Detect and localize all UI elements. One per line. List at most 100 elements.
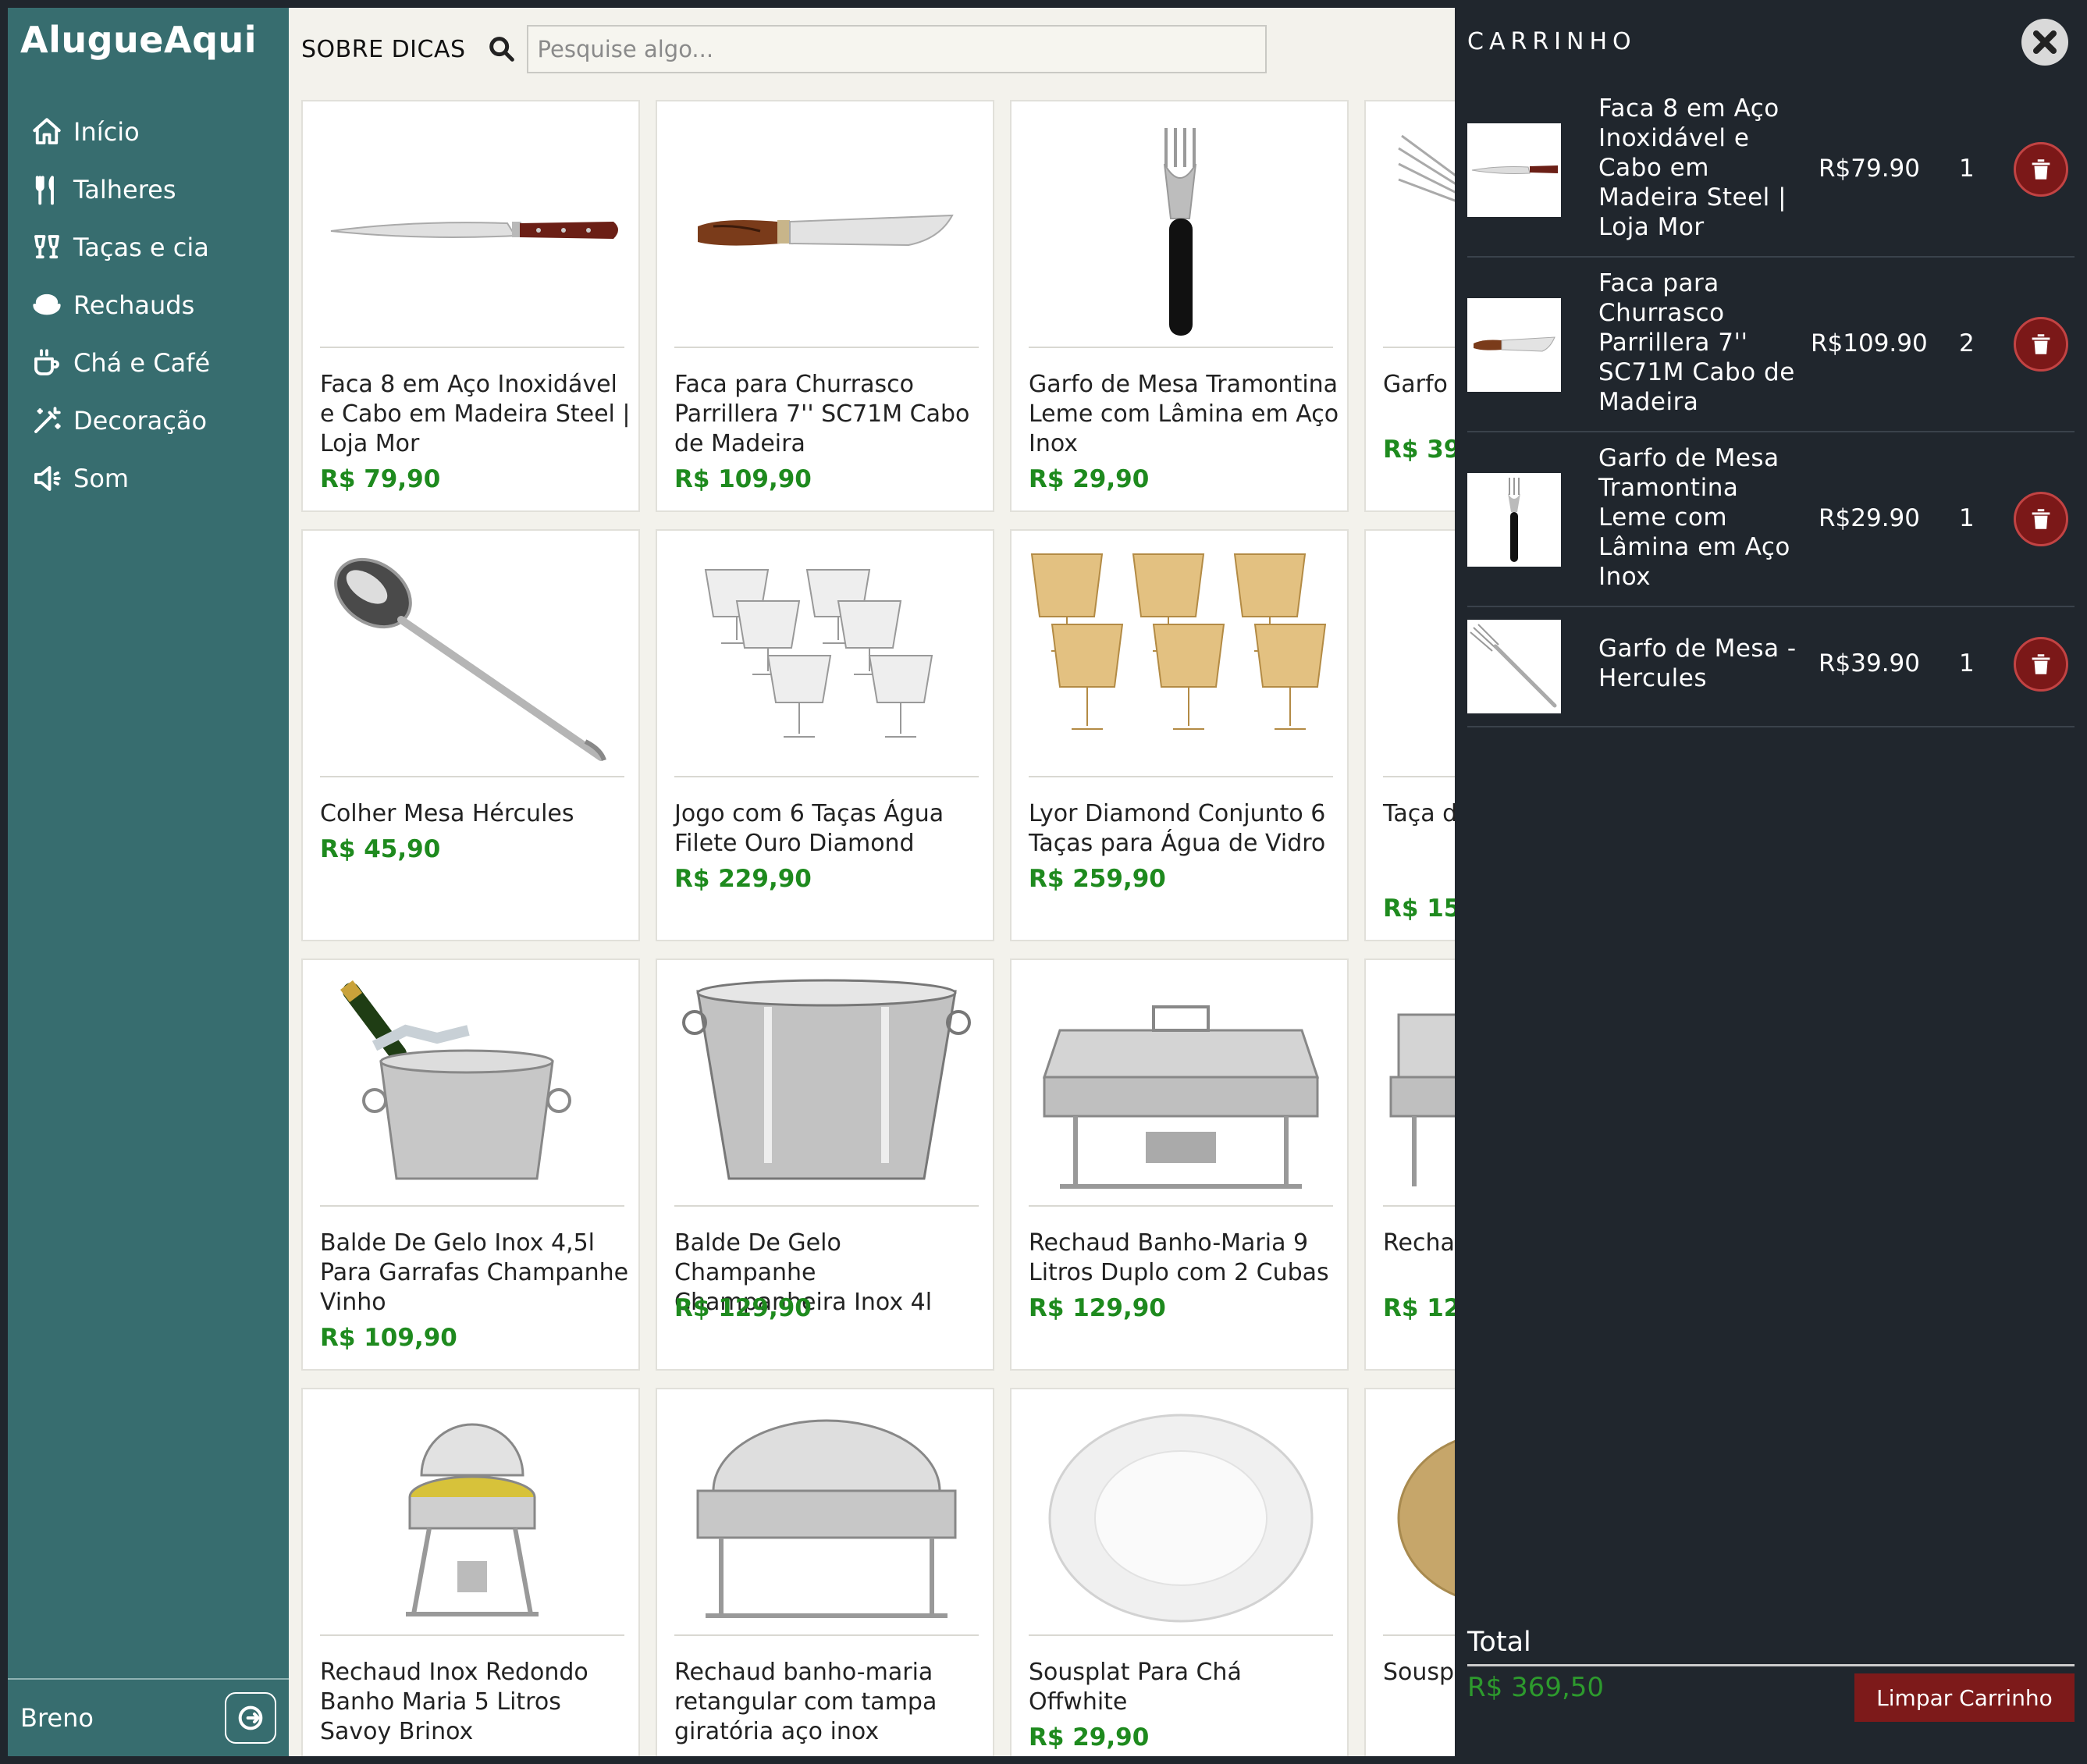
product-price: R$ 45,90	[320, 835, 441, 863]
rolltop-chafer-image	[674, 1402, 979, 1636]
sidebar-item-som[interactable]: Som	[30, 450, 210, 507]
sidebar-item-cha-cafe[interactable]: Chá e Café	[30, 334, 210, 392]
cart-item-price: R$109.90	[1811, 329, 1928, 357]
sidebar-item-label: Início	[73, 117, 140, 147]
cart-item-price: R$79.90	[1818, 155, 1920, 183]
sidebar-item-inicio[interactable]: Início	[30, 103, 210, 161]
logout-icon	[238, 1705, 263, 1730]
speaker-icon	[30, 461, 64, 496]
product-price: R$ 129	[1383, 1294, 1455, 1322]
trash-icon	[2032, 654, 2050, 674]
cart-item: Faca para Churrasco Parrillera 7'' SC71M…	[1467, 258, 2075, 432]
search-input[interactable]	[526, 25, 1267, 73]
remove-item-button[interactable]	[2014, 492, 2068, 546]
product-name: Rechau Litros	[1383, 1229, 1455, 1257]
product-card[interactable]: Faca para Churrasco Parrillera 7'' SC71M…	[656, 100, 994, 512]
product-price: R$ 109,90	[674, 465, 812, 493]
search-icon[interactable]	[486, 34, 517, 65]
product-price: R$ 79,90	[320, 465, 441, 493]
product-card[interactable]: Rechaud Inox Redondo Banho Maria 5 Litro…	[301, 1388, 640, 1756]
product-name: Garfo de Mesa Tramontina Leme com Lâmina…	[1029, 371, 1339, 457]
product-card[interactable]: Rechau Litros R$ 129	[1364, 958, 1455, 1371]
ice-bucket-image	[320, 973, 624, 1207]
cart-item-name: Garfo de Mesa - Hercules	[1598, 635, 1797, 692]
product-card[interactable]: Rechaud Banho-Maria 9 Litros Duplo com 2…	[1010, 958, 1349, 1371]
product-card[interactable]: Balde De Gelo Inox 4,5l Para Garrafas Ch…	[301, 958, 640, 1371]
magic-wand-icon	[30, 404, 64, 438]
product-name: Rechaud Banho-Maria 9 Litros Duplo com 2…	[1029, 1229, 1329, 1286]
close-icon	[2032, 30, 2057, 55]
product-card[interactable]: Rechaud banho-maria retangular com tampa…	[656, 1388, 994, 1756]
white-plate-image	[1029, 1402, 1333, 1636]
cart-item-thumb	[1467, 473, 1561, 567]
user-footer: Breno	[8, 1678, 289, 1756]
sobre-dicas-link[interactable]: SOBRE DICAS	[301, 36, 466, 63]
bucket-image	[674, 973, 979, 1207]
product-card[interactable]: Sousp Liso er 33cm	[1364, 1388, 1455, 1756]
trash-icon	[2032, 159, 2050, 180]
cart-item-qty: 2	[1959, 329, 1975, 357]
product-price: R$ 39	[1383, 436, 1455, 464]
home-icon	[30, 115, 64, 149]
bowl-icon	[30, 288, 64, 322]
product-name: Taça d Sensat Pcs	[1383, 800, 1455, 827]
product-name: Jogo com 6 Taças Água Filete Ouro Diamon…	[674, 800, 944, 857]
product-price: R$ 159	[1383, 894, 1455, 923]
sidebar-nav: Início Talheres Taças e cia Rechauds Chá…	[30, 103, 210, 507]
product-price: R$ 129,90	[1029, 1294, 1166, 1322]
user-name: Breno	[20, 1703, 94, 1733]
trash-icon	[2032, 509, 2050, 529]
sidebar-item-label: Rechauds	[73, 290, 195, 320]
close-cart-button[interactable]	[2021, 19, 2068, 66]
chafing-dish-image	[1383, 973, 1455, 1207]
product-card[interactable]: Balde De Gelo Champanhe Champanheira Ino…	[656, 958, 994, 1371]
cart-item-price: R$39.90	[1818, 649, 1920, 678]
cart-item: Garfo de Mesa - Hercules R$39.90 1	[1467, 607, 2075, 727]
product-card[interactable]: Jogo com 6 Taças Água Filete Ouro Diamon…	[656, 529, 994, 941]
product-price: R$ 129,90	[674, 1294, 812, 1322]
product-card[interactable]: Lyor Diamond Conjunto 6 Taças para Água …	[1010, 529, 1349, 941]
cart-item-qty: 1	[1959, 155, 1975, 183]
remove-item-button[interactable]	[2014, 637, 2068, 692]
cart-item-name: Garfo de Mesa Tramontina Leme com Lâmina…	[1598, 444, 1790, 591]
cart-item-qty: 1	[1959, 649, 1975, 678]
product-name: Sousp Liso er 33cm	[1383, 1659, 1455, 1686]
product-card[interactable]: Sousplat Para Chá Offwhite R$ 29,90	[1010, 1388, 1349, 1756]
sidebar-item-label: Chá e Café	[73, 348, 211, 378]
brand-logo[interactable]: AlugueAqui	[20, 19, 257, 61]
sidebar-item-label: Som	[73, 464, 130, 493]
glasses-amber-image	[1029, 543, 1333, 777]
product-card[interactable]: Garfo d R$ 39	[1364, 100, 1455, 512]
remove-item-button[interactable]	[2014, 142, 2068, 197]
spoon-image	[320, 543, 624, 777]
product-name: Sousplat Para Chá Offwhite	[1029, 1659, 1242, 1716]
cart-item-thumb	[1467, 123, 1561, 217]
cart-item: Faca 8 em Aço Inoxidável e Cabo em Madei…	[1467, 83, 2075, 258]
cart-title: CARRINHO	[1467, 28, 1637, 55]
blank-image	[1383, 543, 1455, 777]
clear-cart-button[interactable]: Limpar Carrinho	[1854, 1673, 2075, 1722]
coffee-icon	[30, 346, 64, 380]
sidebar-item-label: Taças e cia	[73, 233, 209, 262]
remove-item-button[interactable]	[2014, 317, 2068, 372]
product-price: R$ 109,90	[320, 1324, 457, 1352]
fork-image	[1383, 114, 1455, 348]
sidebar-item-rechauds[interactable]: Rechauds	[30, 276, 210, 334]
product-card[interactable]: Garfo de Mesa Tramontina Leme com Lâmina…	[1010, 100, 1349, 512]
product-card[interactable]: Colher Mesa Hércules R$ 45,90	[301, 529, 640, 941]
glasses-clear-image	[674, 543, 979, 777]
product-card[interactable]: Taça d Sensat Pcs R$ 159	[1364, 529, 1455, 941]
topbar: SOBRE DICAS	[301, 25, 1267, 73]
product-price: R$ 229,90	[674, 865, 812, 893]
sidebar-item-talheres[interactable]: Talheres	[30, 161, 210, 219]
sidebar-item-decoracao[interactable]: Decoração	[30, 392, 210, 450]
cart-item-name: Faca para Churrasco Parrillera 7'' SC71M…	[1598, 269, 1795, 416]
total-value: R$ 369,50	[1467, 1672, 1605, 1703]
cart-panel: CARRINHO Faca 8 em Aço Inoxidável e Cabo…	[1455, 0, 2087, 1764]
product-name: Balde De Gelo Inox 4,5l Para Garrafas Ch…	[320, 1229, 629, 1316]
product-name: Faca 8 em Aço Inoxidável e Cabo em Madei…	[320, 371, 631, 457]
sidebar-item-label: Talheres	[73, 175, 176, 204]
product-card[interactable]: Faca 8 em Aço Inoxidável e Cabo em Madei…	[301, 100, 640, 512]
sidebar-item-tacas[interactable]: Taças e cia	[30, 219, 210, 276]
logout-button[interactable]	[225, 1692, 276, 1744]
